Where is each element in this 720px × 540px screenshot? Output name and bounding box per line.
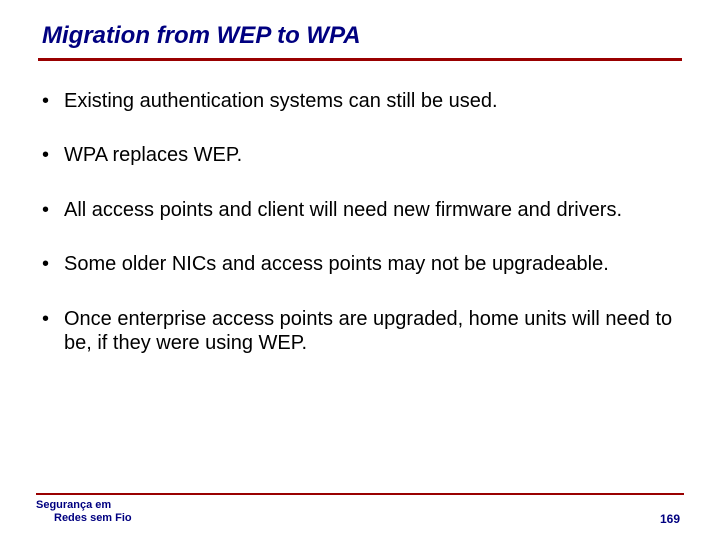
footer-divider [36, 493, 684, 495]
bullet-list: Existing authentication systems can stil… [40, 89, 676, 355]
slide-content: Existing authentication systems can stil… [36, 61, 684, 355]
list-item: WPA replaces WEP. [40, 143, 676, 167]
slide: Migration from WEP to WPA Existing authe… [0, 0, 720, 540]
list-item: Existing authentication systems can stil… [40, 89, 676, 113]
slide-footer: Segurança em Redes sem Fio 169 [36, 493, 684, 527]
list-item: Once enterprise access points are upgrad… [40, 307, 676, 356]
list-item: Some older NICs and access points may no… [40, 252, 676, 276]
footer-line-1: Segurança em [36, 499, 132, 513]
footer-line-2: Redes sem Fio [36, 512, 132, 526]
page-number: 169 [660, 512, 684, 526]
footer-row: Segurança em Redes sem Fio 169 [36, 499, 684, 527]
footer-label: Segurança em Redes sem Fio [36, 499, 132, 527]
slide-title: Migration from WEP to WPA [36, 22, 684, 58]
list-item: All access points and client will need n… [40, 198, 676, 222]
